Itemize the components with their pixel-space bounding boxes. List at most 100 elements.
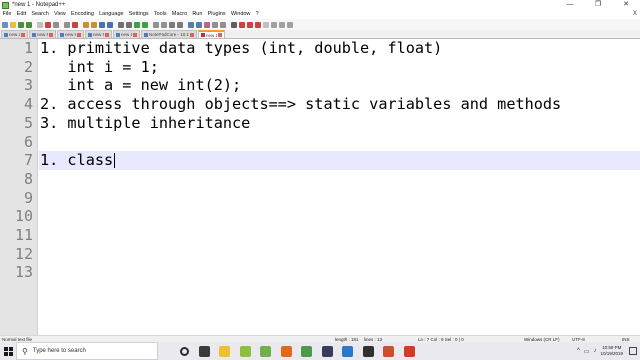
toolbar-button-icon[interactable] xyxy=(91,21,97,28)
battery-icon[interactable]: ▭ xyxy=(584,348,590,355)
tab-label: new 6 xyxy=(37,32,48,37)
menu-item-tools[interactable]: Tools xyxy=(151,10,169,19)
close-button[interactable]: ✕ xyxy=(612,0,640,10)
toolbar-button-icon[interactable] xyxy=(287,21,293,28)
toolbar-button-icon[interactable] xyxy=(118,21,124,28)
toolbar-button-icon[interactable] xyxy=(142,21,148,28)
tab-close-icon[interactable] xyxy=(77,32,81,37)
document-tab[interactable]: new 8 xyxy=(57,30,84,38)
toolbar-button-icon[interactable] xyxy=(26,21,32,28)
close-document-button[interactable]: X xyxy=(633,10,637,19)
toolbar-button-icon[interactable] xyxy=(177,21,183,28)
toolbar-button-icon[interactable] xyxy=(18,21,24,28)
firefox-icon[interactable] xyxy=(280,345,292,357)
tab-close-icon[interactable] xyxy=(21,32,25,37)
menu-item-macro[interactable]: Macro xyxy=(169,10,189,19)
menu-item-window[interactable]: Window xyxy=(228,10,253,19)
taskbar-clock[interactable]: 10:59 PM 10/19/2019 xyxy=(600,345,623,357)
maximize-button[interactable]: ❐ xyxy=(584,0,612,10)
store-icon[interactable] xyxy=(342,345,353,357)
toolbar-button-icon[interactable] xyxy=(204,21,210,28)
toolbar-button-icon[interactable] xyxy=(134,21,140,28)
toolbar-button-icon[interactable] xyxy=(10,21,16,28)
notepadpp-icon[interactable] xyxy=(260,345,271,357)
minimize-button[interactable]: — xyxy=(556,0,584,10)
toolbar-button-icon[interactable] xyxy=(220,21,226,28)
volume-icon[interactable]: ♪ xyxy=(593,348,596,354)
toolbar-button-icon[interactable] xyxy=(239,21,245,28)
toolbar-button-icon[interactable] xyxy=(263,21,269,28)
menu-item-edit[interactable]: Edit xyxy=(14,10,29,19)
chrome-icon[interactable] xyxy=(301,345,312,357)
task-view-icon[interactable] xyxy=(198,345,210,357)
toolbar-button-icon[interactable] xyxy=(83,21,89,28)
toolbar-button-icon[interactable] xyxy=(188,21,194,28)
menu-item-help[interactable]: ? xyxy=(253,10,261,19)
toolbar-button-icon[interactable] xyxy=(279,21,285,28)
document-tab[interactable]: new 6 xyxy=(29,30,56,38)
toolbar-button-icon[interactable] xyxy=(231,21,237,28)
toolbar-button-icon[interactable] xyxy=(196,21,202,28)
toolbar-button-icon[interactable] xyxy=(153,21,159,28)
toolbar-button-icon[interactable] xyxy=(169,21,175,28)
code-line[interactable] xyxy=(40,245,638,264)
menu-item-run[interactable]: Run xyxy=(190,10,205,19)
toolbar-button-icon[interactable] xyxy=(2,21,8,28)
toolbar-button-icon[interactable] xyxy=(212,21,218,28)
toolbar-button-icon[interactable] xyxy=(72,21,78,28)
file-explorer-icon[interactable] xyxy=(219,345,230,357)
code-line[interactable] xyxy=(40,226,638,245)
toolbar-button-icon[interactable] xyxy=(107,21,113,28)
cortana-icon[interactable] xyxy=(180,346,189,356)
code-line[interactable] xyxy=(40,207,638,226)
code-line[interactable]: 3. multiple inheritance xyxy=(40,114,638,133)
toolbar-button-icon[interactable] xyxy=(99,21,105,28)
app-red-icon[interactable] xyxy=(403,345,415,357)
menu-item-file[interactable]: File xyxy=(0,10,14,19)
notification-icon[interactable] xyxy=(629,347,637,355)
taskbar-search-box[interactable]: ⚲ Type here to search xyxy=(16,342,158,360)
editor-area[interactable]: 1 2 3 4 5 6 7 8 9 10 11 12 13 1. primitive data type… xyxy=(0,39,640,335)
menu-item-settings[interactable]: Settings xyxy=(126,10,151,19)
code-line[interactable]: int i = 1; xyxy=(40,58,638,77)
code-line[interactable]: 1. class xyxy=(40,151,638,170)
tab-close-icon[interactable] xyxy=(133,32,137,37)
photos-icon[interactable] xyxy=(239,345,251,357)
start-button[interactable] xyxy=(0,342,16,360)
powerpoint-icon[interactable] xyxy=(383,345,394,357)
code-line[interactable]: 2. access through objects==> static vari… xyxy=(40,95,638,114)
menu-item-plugins[interactable]: Plugins xyxy=(205,10,228,19)
tab-close-icon[interactable] xyxy=(105,32,109,37)
code-line[interactable] xyxy=(40,189,638,208)
toolbar-button-icon[interactable] xyxy=(161,21,167,28)
toolbar-button-icon[interactable] xyxy=(64,21,70,28)
document-tab[interactable]: new 2 xyxy=(1,30,28,38)
toolbar-button-icon[interactable] xyxy=(255,21,261,28)
code-line[interactable] xyxy=(40,133,638,152)
document-tab[interactable]: NotePadCore - 10.10.19 xyxy=(141,30,197,38)
tab-close-icon[interactable] xyxy=(190,32,194,37)
line-number: 6 xyxy=(23,132,33,151)
toolbar-button-icon[interactable] xyxy=(45,21,51,28)
menu-item-encoding[interactable]: Encoding xyxy=(68,10,96,19)
toolbar-button-icon[interactable] xyxy=(271,21,277,28)
code-line[interactable]: 1. primitive data types (int, double, fl… xyxy=(40,39,638,58)
toolbar-button-icon[interactable] xyxy=(247,21,253,28)
media-icon[interactable] xyxy=(321,345,333,357)
code-line[interactable]: int a = new int(2); xyxy=(40,76,638,95)
code-line[interactable] xyxy=(40,170,638,189)
menu-item-view[interactable]: View xyxy=(51,10,68,19)
code-line[interactable] xyxy=(40,263,638,282)
toolbar-button-icon[interactable] xyxy=(53,21,59,28)
document-tab[interactable]: new 10 xyxy=(113,30,140,38)
menu-item-language[interactable]: Language xyxy=(97,10,127,19)
toolbar-button-icon[interactable] xyxy=(37,21,43,28)
menu-item-search[interactable]: Search xyxy=(29,10,52,19)
tab-close-icon[interactable] xyxy=(218,33,222,37)
tab-close-icon[interactable] xyxy=(49,32,53,37)
document-tab[interactable]: new 1 xyxy=(198,30,225,38)
tray-overflow-icon[interactable]: ^ xyxy=(577,348,580,354)
terminal-icon[interactable] xyxy=(362,345,374,357)
toolbar-button-icon[interactable] xyxy=(126,21,132,28)
document-tab[interactable]: new 9 xyxy=(85,30,112,38)
